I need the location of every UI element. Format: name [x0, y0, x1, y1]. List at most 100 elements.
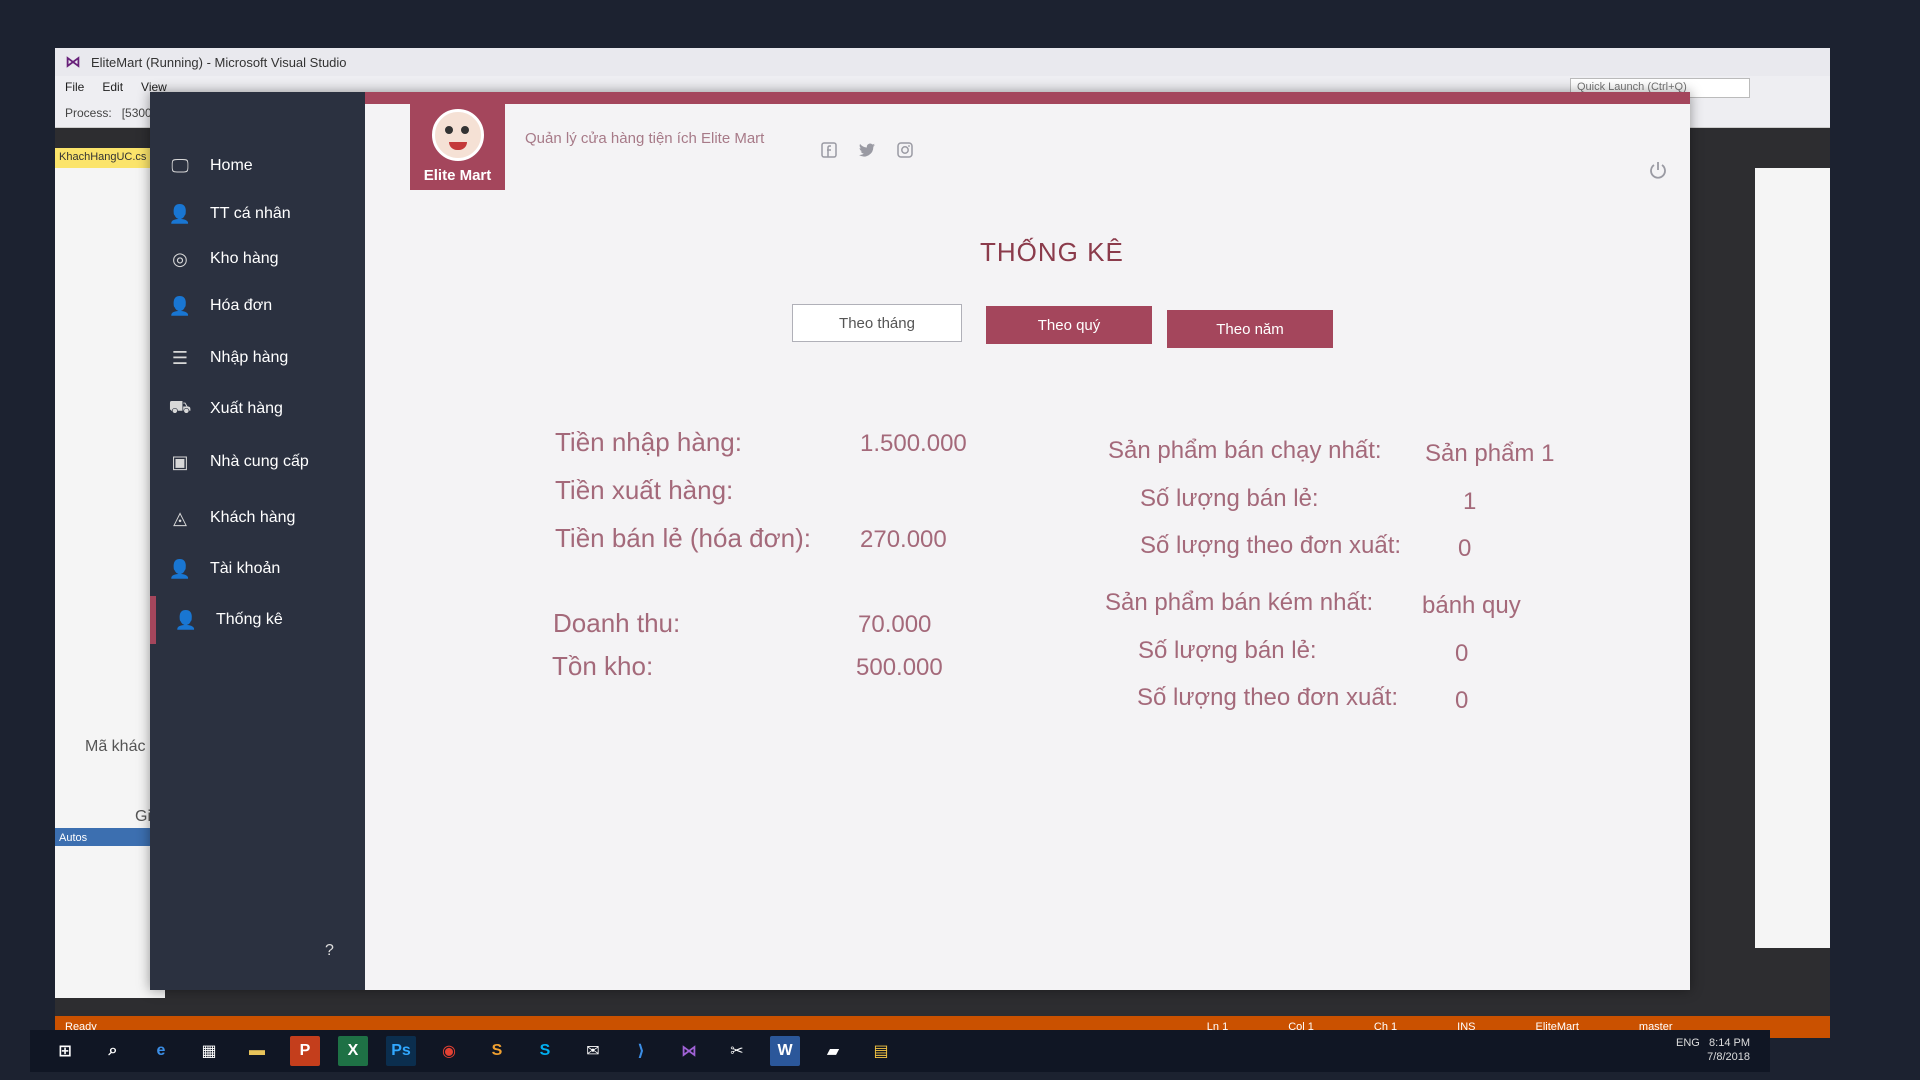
best-retail-qty-label: Số lượng bán lẻ:	[1140, 485, 1319, 512]
sidebar-item-export[interactable]: ⛟ Xuất hàng	[150, 385, 365, 433]
elite-mart-window: 🖵 Home 👤 TT cá nhân ◎ Kho hàng 👤 Hóa đơn…	[150, 92, 1690, 990]
revenue-label: Doanh thu:	[553, 608, 681, 638]
windows-start-icon[interactable]: ⊞	[50, 1036, 80, 1066]
designer-label: Mã khác	[85, 738, 146, 755]
system-tray: ENG 8:14 PM 7/8/2018	[1676, 1036, 1750, 1064]
sidebar-item-warehouse[interactable]: ◎ Kho hàng	[150, 235, 365, 283]
sidebar-item-label: Nhà cung cấp	[210, 453, 309, 470]
logo-text: Elite Mart	[423, 167, 492, 184]
sidebar-item-label: Tài khoản	[210, 560, 281, 577]
chrome-icon[interactable]: ◉	[434, 1036, 464, 1066]
sidebar-item-label: Home	[210, 157, 253, 174]
user-icon: 👤	[168, 295, 192, 316]
vs-menu-file[interactable]: File	[65, 80, 84, 94]
search-icon[interactable]: ⌕	[98, 1036, 128, 1066]
user-icon: 👤	[168, 558, 192, 579]
process-label: Process:	[65, 105, 112, 120]
excel-icon[interactable]: X	[338, 1036, 368, 1066]
facebook-icon[interactable]	[820, 142, 838, 160]
instagram-icon[interactable]	[896, 142, 914, 160]
photoshop-icon[interactable]: Ps	[386, 1036, 416, 1066]
sidebar-item-label: Hóa đơn	[210, 297, 273, 314]
header-accent-bar	[365, 92, 1690, 104]
windows-taskbar: ⊞ ⌕ e ▦ ▬ P X Ps ◉ S S ✉ ⟩ ⋈ ✂ W ▰ ▤ ENG…	[30, 1030, 1770, 1072]
export-money-label: Tiền xuất hàng:	[555, 475, 734, 505]
page-title: THỐNG KÊ	[980, 237, 1124, 267]
visual-studio-taskbar-icon[interactable]: ⋈	[674, 1036, 704, 1066]
file-explorer-icon[interactable]: ▬	[242, 1036, 272, 1066]
edge-icon[interactable]: e	[146, 1036, 176, 1066]
sidebar-item-label: Nhập hàng	[210, 349, 289, 366]
money-icon: ▣	[171, 451, 189, 472]
sidebar-item-label: TT cá nhân	[210, 205, 291, 222]
sidebar-item-import[interactable]: ☰ Nhập hàng	[150, 334, 365, 382]
power-icon[interactable]	[1648, 160, 1670, 182]
app-icon[interactable]: ▤	[866, 1036, 896, 1066]
stock-value: 500.000	[856, 654, 943, 681]
sublime-icon[interactable]: S	[482, 1036, 512, 1066]
mascot-icon	[431, 109, 484, 161]
best-product-value: Sản phẩm 1	[1425, 440, 1555, 467]
vs-title: EliteMart (Running) - Microsoft Visual S…	[91, 54, 347, 70]
sidebar-item-personal-info[interactable]: 👤 TT cá nhân	[150, 190, 365, 238]
list-icon: ☰	[171, 347, 189, 368]
vs-titlebar: ⋈ EliteMart (Running) - Microsoft Visual…	[55, 48, 1830, 76]
elite-mart-logo: Elite Mart	[410, 92, 505, 190]
solution-explorer-pane	[1755, 168, 1830, 948]
sidebar-item-suppliers[interactable]: ▣ Nhà cung cấp	[150, 438, 365, 486]
sidebar-item-label: Xuất hàng	[210, 400, 283, 417]
user-icon: 👤	[174, 609, 198, 630]
word-icon[interactable]: W	[770, 1036, 800, 1066]
worst-product-label: Sản phẩm bán kém nhất:	[1105, 589, 1374, 616]
store-icon[interactable]: ▦	[194, 1036, 224, 1066]
sidebar-item-label: Kho hàng	[210, 250, 279, 267]
best-export-qty-label: Số lượng theo đơn xuất:	[1140, 532, 1402, 559]
warehouse-icon: ◎	[172, 248, 188, 269]
sidebar-item-invoices[interactable]: 👤 Hóa đơn	[150, 282, 365, 330]
truck-icon: ⛟	[168, 397, 192, 417]
skype-icon[interactable]: S	[530, 1036, 560, 1066]
tab-by-quarter[interactable]: Theo quý	[986, 306, 1152, 344]
vs-menu-edit[interactable]: Edit	[102, 80, 123, 94]
user-icon: 👤	[168, 203, 192, 224]
language-indicator[interactable]: ENG	[1676, 1037, 1700, 1049]
best-export-qty-value: 0	[1458, 535, 1472, 562]
worst-retail-qty-label: Số lượng bán lẻ:	[1138, 637, 1317, 664]
document-tab[interactable]: KhachHangUC.cs [D	[55, 148, 165, 168]
worst-export-qty-value: 0	[1455, 687, 1469, 714]
sidebar-item-statistics[interactable]: 👤 Thống kê	[150, 596, 365, 644]
worst-retail-qty-value: 0	[1455, 640, 1469, 667]
customer-icon: ◬	[173, 507, 187, 528]
sidebar-item-accounts[interactable]: 👤 Tài khoản	[150, 545, 365, 593]
sidebar-item-customers[interactable]: ◬ Khách hàng	[150, 494, 365, 542]
visual-studio-icon: ⋈	[65, 54, 81, 71]
import-money-value: 1.500.000	[860, 430, 967, 457]
help-icon[interactable]: ?	[325, 942, 334, 960]
sidebar-item-home[interactable]: 🖵 Home	[150, 142, 365, 190]
retail-money-value: 270.000	[860, 526, 947, 553]
tab-by-year[interactable]: Theo năm	[1167, 310, 1333, 348]
autos-title[interactable]: Autos	[55, 830, 165, 846]
mail-icon[interactable]: ✉	[578, 1036, 608, 1066]
clock-date[interactable]: 7/8/2018	[1707, 1051, 1750, 1063]
designer-label-2: Gi	[135, 808, 151, 825]
twitter-icon[interactable]	[858, 142, 876, 160]
app-subtitle: Quản lý cửa hàng tiện ích Elite Mart	[525, 130, 765, 147]
tab-by-month[interactable]: Theo tháng	[792, 304, 962, 342]
powerpoint-icon[interactable]: P	[290, 1036, 320, 1066]
worst-export-qty-label: Số lượng theo đơn xuất:	[1137, 684, 1399, 711]
stock-label: Tồn kho:	[552, 651, 654, 681]
sidebar-item-label: Thống kê	[216, 611, 283, 628]
sidebar-item-label: Khách hàng	[210, 509, 296, 526]
autos-pane: Autos	[55, 828, 165, 998]
vscode-icon[interactable]: ⟩	[626, 1036, 656, 1066]
tools-icon[interactable]: ✂	[722, 1036, 752, 1066]
best-product-label: Sản phẩm bán chạy nhất:	[1108, 437, 1382, 464]
worst-product-value: bánh quy	[1422, 592, 1521, 619]
sidebar: 🖵 Home 👤 TT cá nhân ◎ Kho hàng 👤 Hóa đơn…	[150, 92, 365, 990]
import-money-label: Tiền nhập hàng:	[555, 427, 742, 457]
monitor-icon: 🖵	[171, 155, 189, 176]
sticky-notes-icon[interactable]: ▰	[818, 1036, 848, 1066]
retail-money-label: Tiền bán lẻ (hóa đơn):	[555, 523, 812, 553]
clock-time[interactable]: 8:14 PM	[1709, 1037, 1750, 1049]
